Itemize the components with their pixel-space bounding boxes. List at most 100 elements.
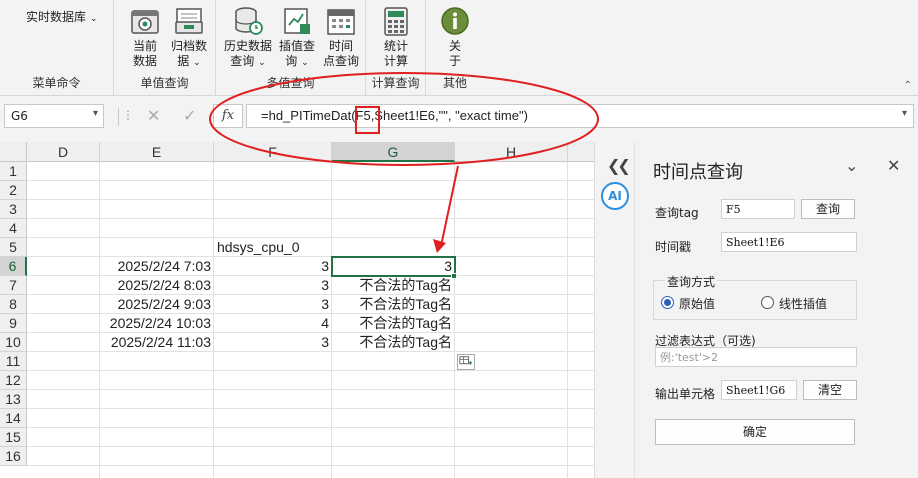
realtime-db-menu[interactable]: 实时数据库 ⌄ [26, 8, 97, 25]
cell-f8[interactable]: 3 [214, 295, 332, 314]
column-header-d[interactable]: D [27, 142, 100, 162]
ribbon-collapse-icon[interactable]: ⌃ [904, 80, 912, 91]
insert-function-button[interactable]: fx [213, 104, 243, 128]
cell-g9[interactable]: 不合法的Tag名 [332, 314, 455, 333]
history-label-1: 历史数据 [223, 39, 272, 53]
close-icon[interactable]: ✕ [887, 156, 900, 175]
stats-calc-button[interactable]: 统计 计算 [373, 5, 419, 69]
column-header-f[interactable]: F [214, 142, 332, 162]
query-mode-label: 查询方式 [665, 273, 718, 290]
radio-raw-value[interactable] [661, 296, 674, 309]
cell-g10[interactable]: 不合法的Tag名 [332, 333, 455, 352]
timepoint-label-2: 点查询 [322, 54, 359, 68]
row-header-7[interactable]: 7 [0, 276, 27, 295]
select-all-corner[interactable] [0, 142, 27, 162]
name-box[interactable]: G6 ▾ [4, 104, 104, 128]
stats-label-2: 计算 [383, 54, 408, 68]
collapse-panel-icon[interactable]: ❮❮ [607, 156, 631, 175]
tag-label: 查询tag [655, 206, 699, 220]
info-icon [441, 7, 469, 35]
history-label-2: 查询 [230, 54, 255, 68]
about-button[interactable]: 关 于 [432, 5, 478, 69]
cell-f7[interactable]: 3 [214, 276, 332, 295]
row-header-10[interactable]: 10 [0, 333, 27, 352]
row-header-12[interactable]: 12 [0, 371, 27, 390]
group-label-single: 单值查询 [140, 76, 189, 90]
row-header-8[interactable]: 8 [0, 295, 27, 314]
interpolate-query-button[interactable]: 插值查 询 ⌄ [274, 5, 320, 71]
row-header-4[interactable]: 4 [0, 219, 27, 238]
history-query-button[interactable]: 历史数据 查询 ⌄ [222, 5, 274, 71]
cell-f9[interactable]: 4 [214, 314, 332, 333]
column-header-h[interactable]: H [455, 142, 568, 162]
quick-analysis-icon [459, 356, 473, 365]
tag-input[interactable]: F5 [721, 199, 795, 219]
row-header-1[interactable]: 1 [0, 162, 27, 181]
database-icon [235, 7, 263, 35]
fx-label: fx [221, 108, 235, 123]
timepoint-label-1: 时间 [328, 39, 353, 53]
formula-input[interactable]: =hd_PITimeDat(F5,Sheet1!E6,"", "exact ti… [246, 104, 914, 128]
gridline [27, 180, 594, 181]
column-header-g[interactable]: G [332, 142, 455, 162]
column-header-i[interactable] [568, 142, 594, 162]
row-header-9[interactable]: 9 [0, 314, 27, 333]
group-label-calc: 计算查询 [371, 76, 420, 90]
enter-icon[interactable]: ✓ [183, 106, 196, 125]
cancel-icon[interactable]: ✕ [147, 106, 160, 125]
row-header-15[interactable]: 15 [0, 428, 27, 447]
quick-analysis-button[interactable] [457, 354, 475, 370]
cell-g8[interactable]: 不合法的Tag名 [332, 295, 455, 314]
stats-label-1: 统计 [383, 39, 408, 53]
filter-input[interactable]: 例:'test'>2 [655, 347, 857, 367]
row-header-14[interactable]: 14 [0, 409, 27, 428]
row-header-5[interactable]: 5 [0, 238, 27, 257]
cell-f5[interactable]: hdsys_cpu_0 [214, 238, 332, 257]
gridline [27, 408, 594, 409]
cell-e8[interactable]: 2025/2/24 9:03 [100, 295, 214, 314]
confirm-button[interactable]: 确定 [655, 419, 855, 445]
row-header-6[interactable]: 6 [0, 257, 27, 276]
timestamp-input[interactable]: Sheet1!E6 [721, 232, 857, 252]
cell-g7[interactable]: 不合法的Tag名 [332, 276, 455, 295]
cell-e9[interactable]: 2025/2/24 10:03 [100, 314, 214, 333]
formula-text: =hd_PITimeDat(F5,Sheet1!E6,"", "exact ti… [261, 108, 528, 123]
name-box-value: G6 [11, 109, 28, 123]
about-label-1: 关 [448, 39, 461, 53]
archive-icon [175, 8, 203, 34]
timestamp-label: 时间戳 [655, 240, 692, 254]
column-header-e[interactable]: E [100, 142, 214, 162]
ai-assistant-button[interactable]: AI [601, 182, 629, 210]
archive-data-button[interactable]: 归档数 据 ⌄ [166, 5, 212, 71]
camera-doc-icon [131, 10, 159, 34]
radio-linear-interp[interactable] [761, 296, 774, 309]
current-data-label-2: 数据 [132, 54, 157, 68]
current-data-button[interactable]: 当前 数据 [122, 5, 168, 69]
spreadsheet-grid[interactable]: D E F G H 1 2 3 4 5 6 7 8 9 10 11 12 13 14 15 16 hdsys_… [0, 142, 594, 478]
calendar-icon [327, 9, 355, 35]
expand-formula-icon[interactable]: ▾ [902, 108, 907, 119]
gridline [27, 446, 594, 447]
cell-e7[interactable]: 2025/2/24 8:03 [100, 276, 214, 295]
row-header-2[interactable]: 2 [0, 181, 27, 200]
cell-e10[interactable]: 2025/2/24 11:03 [100, 333, 214, 352]
row-header-3[interactable]: 3 [0, 200, 27, 219]
cell-f10[interactable]: 3 [214, 333, 332, 352]
gridline [27, 389, 594, 390]
gridline [567, 162, 568, 478]
cell-e6[interactable]: 2025/2/24 7:03 [100, 257, 214, 276]
cell-f6[interactable]: 3 [214, 257, 332, 276]
row-header-11[interactable]: 11 [0, 352, 27, 371]
chevron-down-icon[interactable]: ⌄ [845, 156, 858, 175]
ribbon-group-calc: 统计 计算 计算查询 [366, 0, 426, 96]
row-header-16[interactable]: 16 [0, 447, 27, 466]
clear-button[interactable]: 清空 [803, 380, 857, 400]
timepoint-query-button[interactable]: 时间 点查询 [318, 5, 364, 69]
query-button[interactable]: 查询 [801, 199, 855, 219]
chevron-down-icon: ▾ [92, 108, 98, 119]
fill-handle[interactable] [451, 273, 457, 279]
output-cell-input[interactable]: Sheet1!G6 [721, 380, 797, 400]
ai-badge-text: AI [608, 189, 622, 203]
row-header-13[interactable]: 13 [0, 390, 27, 409]
gridline [27, 465, 594, 466]
